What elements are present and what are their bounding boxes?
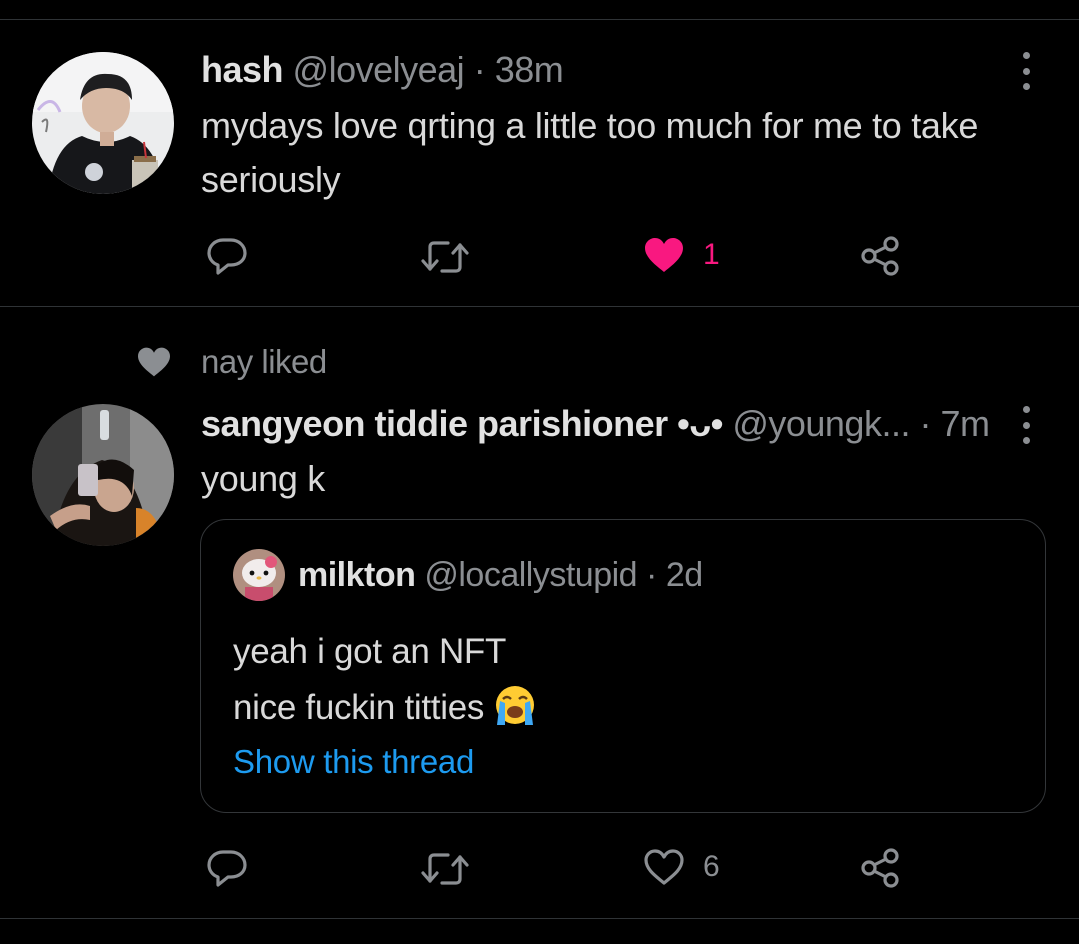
divider-top: [0, 19, 1079, 20]
heart-outline-icon: [644, 849, 684, 885]
quoted-handle[interactable]: @locallystupid: [424, 556, 637, 594]
show-thread-link[interactable]: Show this thread: [233, 742, 474, 782]
handle[interactable]: @lovelyeaj: [293, 49, 465, 90]
retweet-button[interactable]: [420, 851, 470, 887]
share-icon: [861, 848, 899, 888]
quoted-header: milkton @locallystupid · 2d: [298, 555, 703, 595]
quoted-text-line-content: nice fuckin titties: [233, 688, 485, 727]
tweet-header: sangyeon tiddie parishioner •ᴗ• @youngk.…: [201, 402, 990, 446]
retweet-icon: [421, 853, 469, 885]
like-button[interactable]: 6: [643, 848, 720, 886]
timestamp[interactable]: 38m: [495, 49, 564, 90]
like-count: 6: [703, 850, 720, 883]
tweet-text-line: seriously: [201, 159, 341, 200]
tweet-text: mydays love qrting a little too much for…: [201, 99, 978, 207]
tweet-text-line: mydays love qrting a little too much for…: [201, 105, 979, 146]
display-name[interactable]: sangyeon tiddie parishioner •ᴗ•: [201, 403, 723, 444]
tweet-header: hash @lovelyeaj · 38m: [201, 48, 564, 92]
quoted-text-line: nice fuckin titties: [233, 680, 538, 744]
quoted-text: yeah i got an NFT nice fuckin titties: [233, 624, 538, 744]
heart-filled-icon: [645, 238, 683, 272]
quoted-avatar[interactable]: [233, 549, 285, 601]
loudly-crying-face-icon: [492, 683, 538, 744]
more-options-icon[interactable]: [1021, 52, 1031, 90]
share-button[interactable]: [860, 236, 902, 276]
like-count: 1: [703, 238, 720, 271]
tweet-text: young k: [201, 452, 325, 506]
display-name[interactable]: hash: [201, 49, 284, 90]
social-context: [136, 340, 172, 384]
separator: ·: [919, 403, 931, 444]
avatar[interactable]: [32, 52, 174, 194]
share-button[interactable]: [860, 848, 902, 888]
quoted-display-name[interactable]: milkton: [298, 556, 416, 594]
more-options-icon[interactable]: [1021, 406, 1031, 444]
quoted-text-line: yeah i got an NFT: [233, 632, 507, 671]
share-icon: [861, 236, 899, 276]
social-context-text[interactable]: nay liked: [201, 340, 327, 384]
reply-icon: [207, 850, 247, 887]
divider-bottom: [0, 918, 1079, 919]
divider-middle: [0, 306, 1079, 307]
heart-filled-icon: [138, 347, 170, 377]
avatar[interactable]: [32, 404, 174, 546]
retweet-button[interactable]: [420, 239, 470, 275]
like-button[interactable]: 1: [643, 236, 720, 274]
timestamp[interactable]: 7m: [940, 403, 990, 444]
reply-button[interactable]: [206, 848, 248, 888]
separator: ·: [473, 49, 486, 90]
tweet-text-line: young k: [201, 458, 325, 499]
reply-icon: [207, 238, 247, 275]
separator: ·: [646, 556, 657, 594]
quoted-timestamp[interactable]: 2d: [666, 556, 703, 594]
reply-button[interactable]: [206, 236, 248, 276]
handle[interactable]: @youngk...: [732, 403, 910, 444]
retweet-icon: [421, 241, 469, 273]
quoted-tweet[interactable]: milkton @locallystupid · 2d yeah i got a…: [200, 519, 1046, 813]
